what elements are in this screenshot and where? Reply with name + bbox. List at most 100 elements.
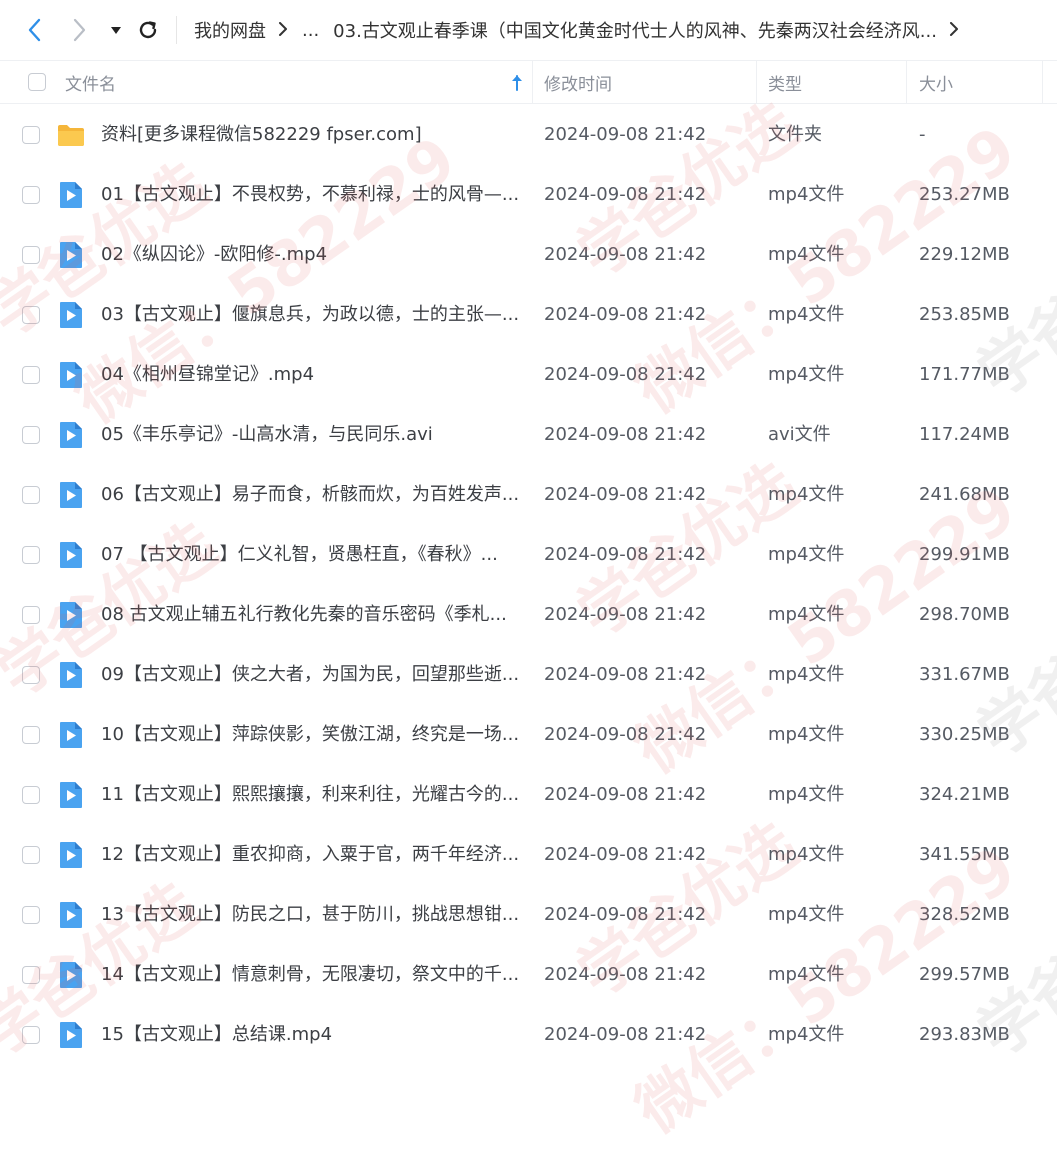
row-checkbox[interactable] <box>22 426 40 444</box>
row-checkbox[interactable] <box>22 786 40 804</box>
file-modified-time: 2024-09-08 21:42 <box>544 364 707 385</box>
row-checkbox[interactable] <box>22 966 40 984</box>
file-row[interactable]: 12【古文观止】重农抑商，入粟于官，两千年经济... 2024-09-08 21:… <box>0 825 1057 885</box>
file-row[interactable]: 11【古文观止】熙熙攘攘，利来利往，光耀古今的... 2024-09-08 21:… <box>0 765 1057 825</box>
file-name[interactable]: 10【古文观止】萍踪侠影，笑傲江湖，终究是一场... <box>101 705 519 765</box>
file-type: mp4文件 <box>768 964 845 985</box>
select-all-checkbox[interactable] <box>28 73 46 91</box>
row-checkbox[interactable] <box>22 486 40 504</box>
toolbar-divider <box>176 16 177 44</box>
file-size: 117.24MB <box>919 424 1010 445</box>
video-file-icon <box>56 480 86 510</box>
file-row[interactable]: 05《丰乐亭记》-山高水清，与民同乐.avi 2024-09-08 21:42 av… <box>0 405 1057 465</box>
sort-ascending-icon[interactable] <box>508 72 526 94</box>
row-checkbox[interactable] <box>22 846 40 864</box>
row-checkbox[interactable] <box>22 546 40 564</box>
file-modified-time: 2024-09-08 21:42 <box>544 784 707 805</box>
file-size: 341.55MB <box>919 844 1010 865</box>
file-name[interactable]: 05《丰乐亭记》-山高水清，与民同乐.avi <box>101 405 433 465</box>
file-row[interactable]: 01【古文观止】不畏权势，不慕利禄，士的风骨—... 2024-09-08 21:… <box>0 165 1057 225</box>
forward-button[interactable] <box>66 16 94 44</box>
file-name[interactable]: 11【古文观止】熙熙攘攘，利来利往，光耀古今的... <box>101 765 519 825</box>
row-checkbox[interactable] <box>22 246 40 264</box>
row-checkbox[interactable] <box>22 726 40 744</box>
file-size: 253.85MB <box>919 304 1010 325</box>
video-file-icon <box>56 780 86 810</box>
file-type: mp4文件 <box>768 904 845 925</box>
row-checkbox[interactable] <box>22 1026 40 1044</box>
file-name[interactable]: 12【古文观止】重农抑商，入粟于官，两千年经济... <box>101 825 519 885</box>
back-button[interactable] <box>20 16 48 44</box>
file-row[interactable]: 10【古文观止】萍踪侠影，笑傲江湖，终究是一场... 2024-09-08 21:… <box>0 705 1057 765</box>
file-row[interactable]: 03【古文观止】偃旗息兵，为政以德，士的主张—... 2024-09-08 21:… <box>0 285 1057 345</box>
video-file-icon <box>56 240 86 270</box>
file-size: 299.91MB <box>919 544 1010 565</box>
row-checkbox[interactable] <box>22 666 40 684</box>
file-row[interactable]: 15【古文观止】总结课.mp4 2024-09-08 21:42 mp4文件 293.… <box>0 1005 1057 1065</box>
column-header-modified[interactable]: 修改时间 <box>544 61 612 104</box>
video-file-icon <box>56 600 86 630</box>
file-type: mp4文件 <box>768 244 845 265</box>
file-row[interactable]: 14【古文观止】情意刺骨，无限凄切，祭文中的千... 2024-09-08 21:… <box>0 945 1057 1005</box>
file-modified-time: 2024-09-08 21:42 <box>544 664 707 685</box>
file-row[interactable]: 13【古文观止】防民之口，甚于防川，挑战思想钳... 2024-09-08 21:… <box>0 885 1057 945</box>
row-checkbox[interactable] <box>22 366 40 384</box>
video-file-icon <box>56 840 86 870</box>
video-file-icon <box>56 180 86 210</box>
row-checkbox[interactable] <box>22 906 40 924</box>
file-name[interactable]: 09【古文观止】侠之大者，为国为民，回望那些逝... <box>101 645 519 705</box>
file-type: mp4文件 <box>768 664 845 685</box>
file-name[interactable]: 08 古文观止辅五礼行教化先秦的音乐密码《季札... <box>101 585 507 645</box>
folder-icon <box>56 120 86 150</box>
file-name[interactable]: 06【古文观止】易子而食，析骸而炊，为百姓发声... <box>101 465 519 525</box>
file-modified-time: 2024-09-08 21:42 <box>544 724 707 745</box>
file-name[interactable]: 15【古文观止】总结课.mp4 <box>101 1005 332 1065</box>
column-header-size[interactable]: 大小 <box>919 61 953 104</box>
file-row[interactable]: 资料[更多课程微信582229 fpser.com] 2024-09-08 21:… <box>0 105 1057 165</box>
file-name[interactable]: 01【古文观止】不畏权势，不慕利禄，士的风骨—... <box>101 165 519 225</box>
file-name[interactable]: 资料[更多课程微信582229 fpser.com] <box>101 105 422 165</box>
file-type: mp4文件 <box>768 784 845 805</box>
file-modified-time: 2024-09-08 21:42 <box>544 124 707 145</box>
file-row[interactable]: 09【古文观止】侠之大者，为国为民，回望那些逝... 2024-09-08 21:… <box>0 645 1057 705</box>
column-header-name[interactable]: 文件名 <box>65 61 116 104</box>
file-name[interactable]: 02《纵囚论》-欧阳修-.mp4 <box>101 225 327 285</box>
history-dropdown-button[interactable] <box>104 16 128 44</box>
row-checkbox[interactable] <box>22 306 40 324</box>
file-row[interactable]: 04《相州昼锦堂记》.mp4 2024-09-08 21:42 mp4文件 171.7… <box>0 345 1057 405</box>
file-row[interactable]: 02《纵囚论》-欧阳修-.mp4 2024-09-08 21:42 mp4文件 229… <box>0 225 1057 285</box>
file-type: mp4文件 <box>768 724 845 745</box>
row-checkbox[interactable] <box>22 606 40 624</box>
chevron-right-icon <box>73 18 86 42</box>
file-size: 241.68MB <box>919 484 1010 505</box>
row-checkbox[interactable] <box>22 126 40 144</box>
file-type: mp4文件 <box>768 484 845 505</box>
file-name[interactable]: 07 【古文观止】仁义礼智，贤愚枉直，《春秋》... <box>101 525 498 585</box>
file-size: 298.70MB <box>919 604 1010 625</box>
file-type: mp4文件 <box>768 604 845 625</box>
column-divider <box>756 61 757 104</box>
file-row[interactable]: 06【古文观止】易子而食，析骸而炊，为百姓发声... 2024-09-08 21:… <box>0 465 1057 525</box>
file-row[interactable]: 08 古文观止辅五礼行教化先秦的音乐密码《季札... 2024-09-08 21:… <box>0 585 1057 645</box>
file-size: 331.67MB <box>919 664 1010 685</box>
file-modified-time: 2024-09-08 21:42 <box>544 1024 707 1045</box>
file-name[interactable]: 14【古文观止】情意刺骨，无限凄切，祭文中的千... <box>101 945 519 1005</box>
row-checkbox[interactable] <box>22 186 40 204</box>
video-file-icon <box>56 540 86 570</box>
caret-down-icon <box>111 27 121 34</box>
breadcrumb-current: 03.古文观止春季课（中国文化黄金时代士人的风神、先秦两汉社会经济风... <box>333 21 937 42</box>
file-modified-time: 2024-09-08 21:42 <box>544 484 707 505</box>
file-type: mp4文件 <box>768 364 845 385</box>
breadcrumb-expand-icon[interactable] <box>949 20 959 41</box>
file-name[interactable]: 04《相州昼锦堂记》.mp4 <box>101 345 314 405</box>
breadcrumb-root[interactable]: 我的网盘 <box>194 17 266 43</box>
breadcrumb-ellipsis[interactable]: ... <box>302 20 319 41</box>
file-size: 229.12MB <box>919 244 1010 265</box>
column-header-type[interactable]: 类型 <box>768 61 802 104</box>
file-type: mp4文件 <box>768 1024 845 1045</box>
video-file-icon <box>56 1020 86 1050</box>
file-name[interactable]: 13【古文观止】防民之口，甚于防川，挑战思想钳... <box>101 885 519 945</box>
file-name[interactable]: 03【古文观止】偃旗息兵，为政以德，士的主张—... <box>101 285 519 345</box>
refresh-button[interactable] <box>134 16 162 44</box>
file-row[interactable]: 07 【古文观止】仁义礼智，贤愚枉直，《春秋》... 2024-09-08 21:… <box>0 525 1057 585</box>
